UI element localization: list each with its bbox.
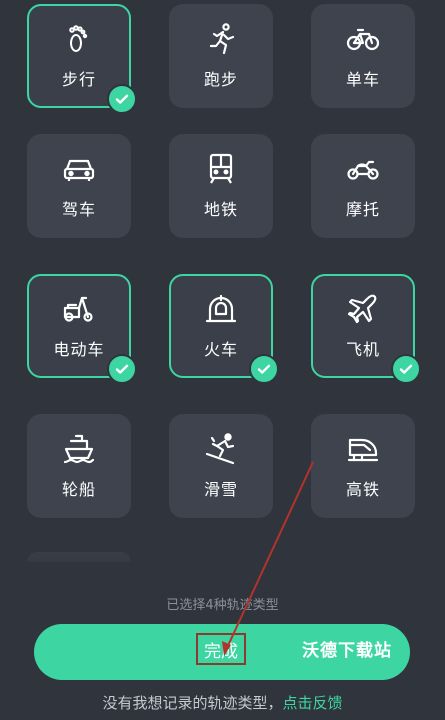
- tile-high-speed-rail[interactable]: 高铁: [311, 414, 415, 518]
- selection-count-text: 已选择4种轨迹类型: [166, 598, 279, 613]
- tile-label: 驾车: [61, 200, 96, 219]
- tile-car[interactable]: 驾车: [27, 134, 131, 238]
- tile-label: 飞机: [345, 340, 380, 359]
- runner-icon: [204, 22, 238, 56]
- car-icon: [62, 152, 96, 186]
- tile-label: 地铁: [203, 200, 238, 219]
- tile-ski[interactable]: 滑雪: [169, 414, 273, 518]
- tile-train[interactable]: 火车: [169, 274, 279, 384]
- check-icon: [249, 354, 279, 384]
- watermark: 沃德下载站: [302, 641, 392, 661]
- tile-label: 电动车: [53, 340, 105, 359]
- skier-icon: [204, 432, 238, 466]
- tile-label: 滑雪: [203, 480, 238, 499]
- tile-label: 高铁: [345, 480, 380, 499]
- footprints-icon: [62, 22, 96, 56]
- tile-motorcycle[interactable]: 摩托: [311, 134, 415, 238]
- tile-label: 步行: [61, 70, 96, 89]
- tile-plane[interactable]: 飞机: [311, 274, 421, 384]
- ship-icon: [62, 432, 96, 466]
- scooter-icon: [62, 292, 96, 326]
- tile-label: 单车: [345, 70, 380, 89]
- motorcycle-icon: [346, 152, 380, 186]
- train-icon: [204, 292, 238, 326]
- check-icon: [107, 84, 137, 114]
- done-button-label[interactable]: 完成: [196, 633, 246, 665]
- tile-bike[interactable]: 单车: [311, 4, 415, 108]
- tile-label: 轮船: [61, 480, 96, 499]
- bullet-train-icon: [346, 432, 380, 466]
- tile-walk[interactable]: 步行: [27, 4, 137, 114]
- subway-icon: [204, 152, 238, 186]
- footer-text: 没有我想记录的轨迹类型，: [102, 694, 283, 712]
- tile-label: 摩托: [345, 200, 380, 219]
- tile-e-scooter[interactable]: 电动车: [27, 274, 137, 384]
- transport-type-grid: 步行 跑步 单车 驾车 地铁 摩托 电动车 火车 飞机 轮船 滑雪 高铁: [0, 0, 445, 562]
- tile-label: 火车: [203, 340, 238, 359]
- tile-subway[interactable]: 地铁: [169, 134, 273, 238]
- tile-label: 跑步: [203, 70, 238, 89]
- airplane-icon: [346, 292, 380, 326]
- scroll-fade: [0, 545, 445, 585]
- tile-run[interactable]: 跑步: [169, 4, 273, 108]
- check-icon: [107, 354, 137, 384]
- bicycle-icon: [346, 22, 380, 56]
- feedback-footer: 没有我想记录的轨迹类型，点击反馈: [0, 692, 445, 713]
- tile-ship[interactable]: 轮船: [27, 414, 131, 518]
- check-icon: [391, 354, 421, 384]
- feedback-link[interactable]: 点击反馈: [283, 694, 343, 712]
